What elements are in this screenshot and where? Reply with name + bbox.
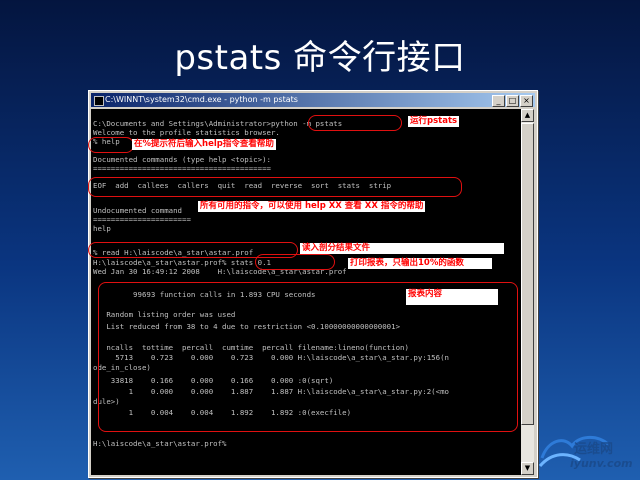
logo-text-top: 运维网 <box>574 442 614 457</box>
highlight-oval <box>88 137 134 153</box>
console-line: help <box>93 224 111 233</box>
vertical-scrollbar[interactable]: ▲ ▼ <box>521 109 534 475</box>
slide-title: pstats 命令行接口 <box>174 38 466 78</box>
annotation-run-pstats: 运行pstats <box>408 116 460 127</box>
annotation-report: 报表内容 <box>406 289 498 305</box>
annotation-help: 在%提示符后输入help指令查看帮助 <box>132 139 276 150</box>
scroll-up-icon[interactable]: ▲ <box>521 109 534 122</box>
console-line: Welcome to the profile statistics browse… <box>93 128 280 137</box>
logo-text-bottom: iyunv.com <box>570 457 633 470</box>
highlight-oval <box>308 115 402 131</box>
console-line: ======================================== <box>93 164 271 173</box>
highlight-oval <box>88 177 462 197</box>
close-button[interactable]: × <box>520 95 533 107</box>
annotation-read: 读入剖分结果文件 <box>300 243 504 254</box>
window-titlebar[interactable]: C:\WINNT\system32\cmd.exe - python -m ps… <box>91 93 535 107</box>
annotation-stats: 打印报表，只输出10%的函数 <box>348 258 492 269</box>
scrollbar-thumb[interactable] <box>521 123 534 425</box>
console-line: H:\laiscode\a_star\astar.prof% <box>93 439 227 448</box>
cmd-icon <box>94 96 104 106</box>
minimize-button[interactable]: _ <box>492 95 505 107</box>
highlight-oval <box>255 254 335 270</box>
window-title: C:\WINNT\system32\cmd.exe - python -m ps… <box>105 95 298 104</box>
annotation-commands: 所有可用的指令，可以使用 help XX 查看 XX 指令的帮助 <box>198 201 426 212</box>
console-line: C:\Documents and Settings\Administrator>… <box>93 119 343 128</box>
console-line: H:\laiscode\a_star\astar.prof% stats 0.1 <box>93 258 271 267</box>
maximize-button[interactable]: □ <box>506 95 519 107</box>
scroll-down-icon[interactable]: ▼ <box>521 462 534 475</box>
console-line: Documented commands (type help <topic>): <box>93 155 271 164</box>
console-line: Undocumented command <box>93 206 182 215</box>
console-line: ====================== <box>93 215 191 224</box>
